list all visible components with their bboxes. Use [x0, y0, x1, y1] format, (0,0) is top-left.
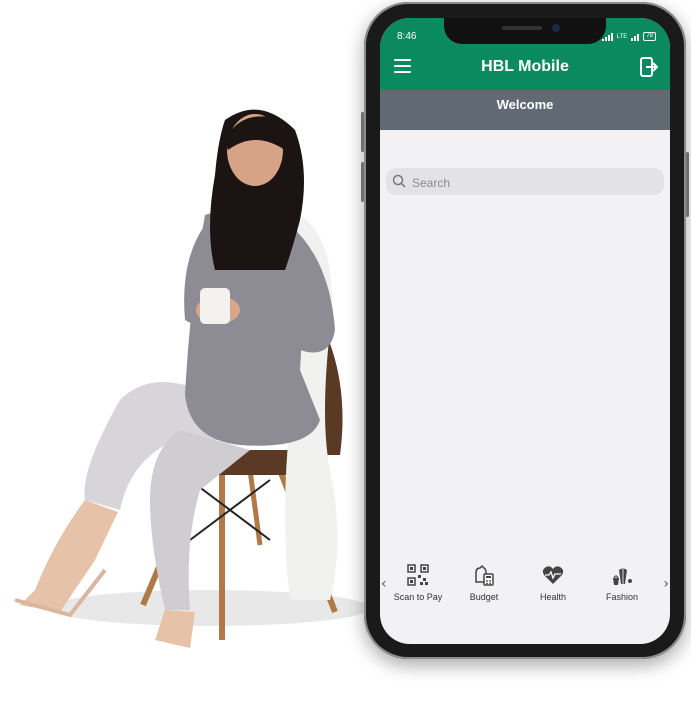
signal-icon-secondary	[631, 33, 640, 41]
battery-icon: 78	[643, 32, 656, 41]
phone-side-button	[361, 112, 364, 152]
phone-notch	[444, 18, 606, 44]
category-carousel: ‹ Scan to Pay Budget Health Fashion ›	[380, 564, 670, 624]
speaker-grille	[502, 26, 542, 30]
category-label: Budget	[469, 592, 499, 602]
status-icons: LTE 78	[601, 32, 656, 41]
chevron-right-icon[interactable]: ›	[663, 576, 669, 592]
status-time: 8:46	[397, 31, 417, 42]
budget-icon	[475, 564, 494, 586]
search-icon	[392, 174, 406, 188]
welcome-bar: Welcome	[380, 90, 670, 130]
category-fashion[interactable]: Fashion	[590, 564, 654, 602]
category-budget[interactable]: Budget	[452, 564, 516, 602]
phone-power-button	[686, 152, 689, 217]
search-bar[interactable]	[386, 168, 664, 197]
phone-side-button	[361, 162, 364, 202]
search-input[interactable]	[410, 168, 654, 197]
qr-code-icon	[407, 564, 429, 586]
phone-screen: 8:46 LTE 78 HBL Mobile Welcome Search ‹ …	[380, 18, 670, 644]
logout-icon[interactable]	[640, 57, 658, 77]
front-camera	[552, 24, 560, 32]
fashion-icon	[613, 568, 632, 585]
heart-pulse-icon	[542, 566, 564, 584]
category-scan-to-pay[interactable]: Scan to Pay	[386, 564, 450, 602]
network-type: LTE	[616, 33, 628, 40]
category-health[interactable]: Health	[521, 564, 585, 602]
app-title: HBL Mobile	[481, 58, 569, 75]
phone-device: 8:46 LTE 78 HBL Mobile Welcome Search ‹ …	[361, 2, 689, 659]
category-label: Health	[539, 592, 566, 602]
category-label: Fashion	[605, 592, 639, 602]
category-label: Scan to Pay	[393, 592, 443, 602]
model-illustration	[14, 109, 370, 648]
welcome-text: Welcome	[496, 97, 554, 112]
